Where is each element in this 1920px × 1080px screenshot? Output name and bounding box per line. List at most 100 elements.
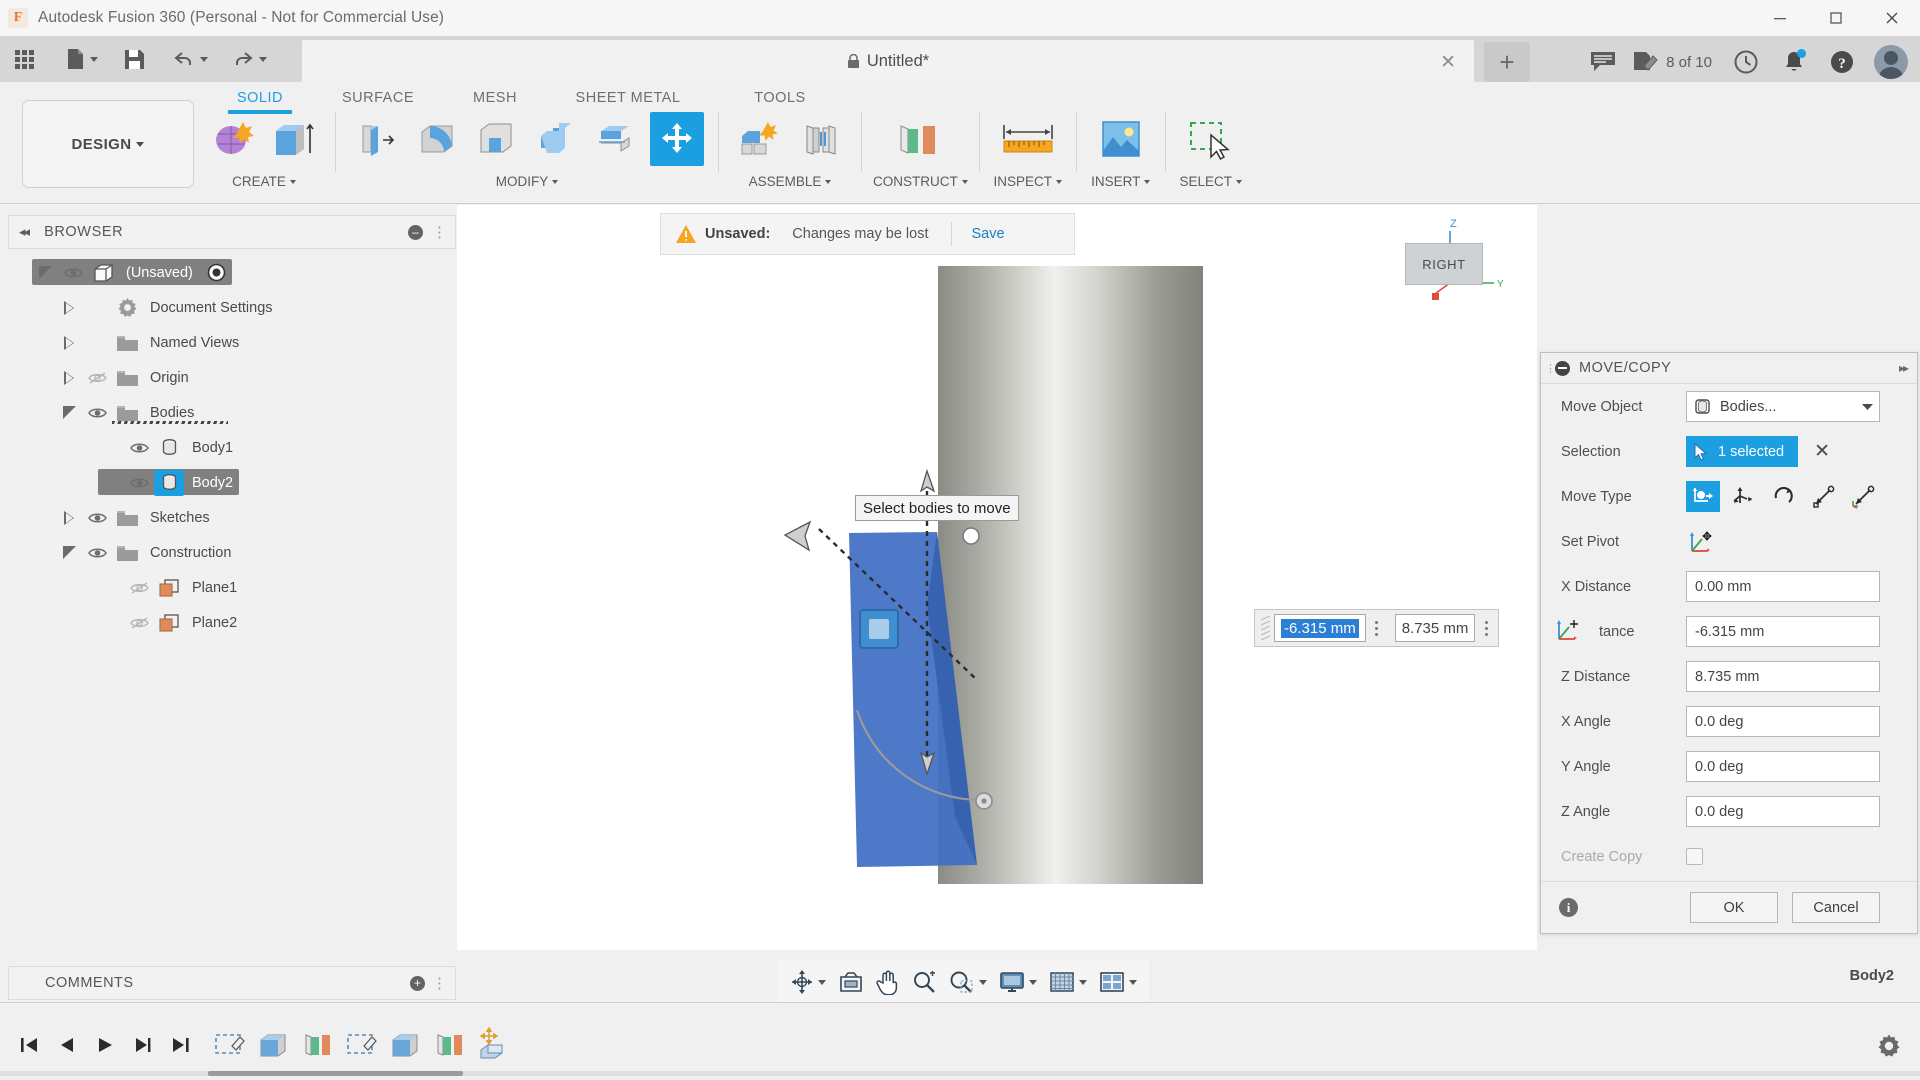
visibility-off-icon[interactable] <box>124 581 154 595</box>
visibility-on-icon[interactable] <box>82 546 112 560</box>
user-avatar[interactable] <box>1874 45 1908 79</box>
z-distance-options-icon[interactable] <box>1478 621 1494 636</box>
tab-sheet-metal[interactable]: SHEET METAL <box>558 90 698 106</box>
press-pull-icon[interactable] <box>350 112 404 166</box>
create-sculpt-icon[interactable] <box>207 112 261 166</box>
clock-history-icon[interactable] <box>1724 42 1768 82</box>
save-icon[interactable] <box>119 42 150 76</box>
add-comment-badge[interactable]: + <box>410 976 425 991</box>
app-grid-icon[interactable] <box>10 42 39 76</box>
joint-icon[interactable] <box>793 112 847 166</box>
bell-icon[interactable] <box>1772 42 1816 82</box>
redo-icon[interactable] <box>227 42 272 76</box>
move-type-point-to-point-icon[interactable] <box>1726 481 1760 512</box>
collapse-triangle-icon[interactable] <box>56 546 82 559</box>
new-component-icon[interactable] <box>733 112 787 166</box>
create-copy-checkbox[interactable] <box>1686 848 1703 865</box>
y-distance-input[interactable]: -6.315 mm <box>1686 616 1880 647</box>
measure-icon[interactable] <box>994 112 1062 166</box>
combine-icon[interactable] <box>530 112 584 166</box>
maximize-button[interactable] <box>1808 0 1864 36</box>
selection-button[interactable]: 1 selected <box>1686 436 1798 467</box>
z-distance-inline-input[interactable]: 8.735 mm <box>1395 614 1476 642</box>
expand-triangle-icon[interactable] <box>56 336 82 350</box>
move-type-rotate-icon[interactable] <box>1766 481 1800 512</box>
ok-button[interactable]: OK <box>1690 892 1778 923</box>
collapse-triangle-icon[interactable] <box>32 266 58 279</box>
plane-feature-icon[interactable] <box>296 1021 338 1067</box>
move-type-translate-xyz-icon[interactable] <box>1686 481 1720 512</box>
collapse-triangle-icon[interactable] <box>56 406 82 419</box>
view-cube-face[interactable]: RIGHT <box>1405 243 1483 285</box>
document-tab[interactable]: Untitled* ✕ <box>302 40 1474 82</box>
tree-item-named-views[interactable]: Named Views <box>8 325 456 360</box>
tree-item-plane1[interactable]: Plane1 <box>8 570 456 605</box>
shell-icon[interactable] <box>470 112 524 166</box>
offset-plane-icon[interactable] <box>889 112 951 166</box>
workspace-switcher[interactable]: DESIGN <box>22 100 194 188</box>
save-link[interactable]: Save <box>972 226 1005 242</box>
cylinder-body-3d[interactable] <box>938 266 1203 884</box>
tab-surface[interactable]: SURFACE <box>328 90 428 106</box>
tab-tools[interactable]: TOOLS <box>740 90 820 106</box>
minimize-button[interactable] <box>1752 0 1808 36</box>
extrude-feature-icon[interactable] <box>252 1021 294 1067</box>
tab-mesh[interactable]: MESH <box>458 90 532 106</box>
visibility-on-icon[interactable] <box>124 476 154 490</box>
comments-resize-grip[interactable]: ⋮ <box>432 974 447 992</box>
dialog-collapse-icon[interactable] <box>1555 361 1570 376</box>
plane2-feature-icon[interactable] <box>428 1021 470 1067</box>
info-icon[interactable]: i <box>1559 898 1578 917</box>
close-button[interactable] <box>1864 0 1920 36</box>
skip-start-icon[interactable] <box>10 1023 48 1067</box>
step-forward-icon[interactable] <box>124 1023 162 1067</box>
expand-triangle-icon[interactable] <box>56 511 82 525</box>
x-distance-input[interactable]: 0.00 mm <box>1686 571 1880 602</box>
move-object-dropdown[interactable]: Bodies... <box>1686 391 1880 422</box>
dialog-expand-icon[interactable]: ▸▸ <box>1899 361 1907 375</box>
browser-resize-grip[interactable]: ⋮ <box>432 223 447 241</box>
y-distance-options-icon[interactable] <box>1369 621 1385 636</box>
visibility-off-icon[interactable] <box>124 616 154 630</box>
browser-minimize-badge[interactable]: – <box>408 225 423 240</box>
viewports-icon[interactable] <box>1093 963 1143 1001</box>
display-settings-icon[interactable] <box>993 963 1043 1001</box>
zoom-window-icon[interactable] <box>943 963 993 1001</box>
tree-item-plane2[interactable]: Plane2 <box>8 605 456 640</box>
undo-icon[interactable] <box>168 42 213 76</box>
tree-item-origin[interactable]: Origin <box>8 360 456 395</box>
close-tab-icon[interactable]: ✕ <box>1440 51 1456 74</box>
timeline-settings-gear-icon[interactable] <box>1876 1033 1902 1059</box>
manipulator-dimension-inputs[interactable]: -6.315 mm 8.735 mm <box>1254 609 1499 647</box>
move-type-point-to-position-icon[interactable] <box>1846 481 1880 512</box>
visibility-on-icon[interactable] <box>58 266 88 280</box>
dialog-grip-icon[interactable]: ⋮ <box>1545 362 1553 375</box>
tree-item-bodies[interactable]: Bodies <box>8 395 456 430</box>
set-pivot-icon[interactable] <box>1688 529 1716 555</box>
viewport-canvas[interactable]: Unsaved: Changes may be lost Save <box>457 205 1537 950</box>
visibility-on-icon[interactable] <box>124 441 154 455</box>
move-copy-dialog[interactable]: ⋮ MOVE/COPY ▸▸ Move Object Bodies... Sel… <box>1540 352 1918 934</box>
play-icon[interactable] <box>86 1023 124 1067</box>
z-distance-input[interactable]: 8.735 mm <box>1686 661 1880 692</box>
split-body-icon[interactable] <box>590 112 644 166</box>
chevron-down-icon[interactable] <box>1862 403 1873 411</box>
pan-hand-icon[interactable] <box>870 963 906 1001</box>
step-back-icon[interactable] <box>48 1023 86 1067</box>
version-edit-icon[interactable] <box>1629 42 1661 82</box>
new-tab-button[interactable]: + <box>1484 42 1530 82</box>
z-angle-input[interactable]: 0.0 deg <box>1686 796 1880 827</box>
sketch2-feature-icon[interactable] <box>340 1021 382 1067</box>
expand-triangle-icon[interactable] <box>56 371 82 385</box>
view-cube[interactable]: Z Y RIGHT <box>1387 217 1507 307</box>
y-angle-input[interactable]: 0.0 deg <box>1686 751 1880 782</box>
move-feature-icon[interactable] <box>472 1021 514 1067</box>
zoom-icon[interactable] <box>906 963 943 1001</box>
tree-item-construction[interactable]: Construction <box>8 535 456 570</box>
input-drag-grip[interactable] <box>1259 615 1271 641</box>
look-at-icon[interactable] <box>832 963 870 1001</box>
fillet-icon[interactable] <box>410 112 464 166</box>
cancel-button[interactable]: Cancel <box>1792 892 1880 923</box>
tree-item-document-settings[interactable]: Document Settings <box>8 290 456 325</box>
tree-item-body2[interactable]: Body2 <box>8 465 456 500</box>
